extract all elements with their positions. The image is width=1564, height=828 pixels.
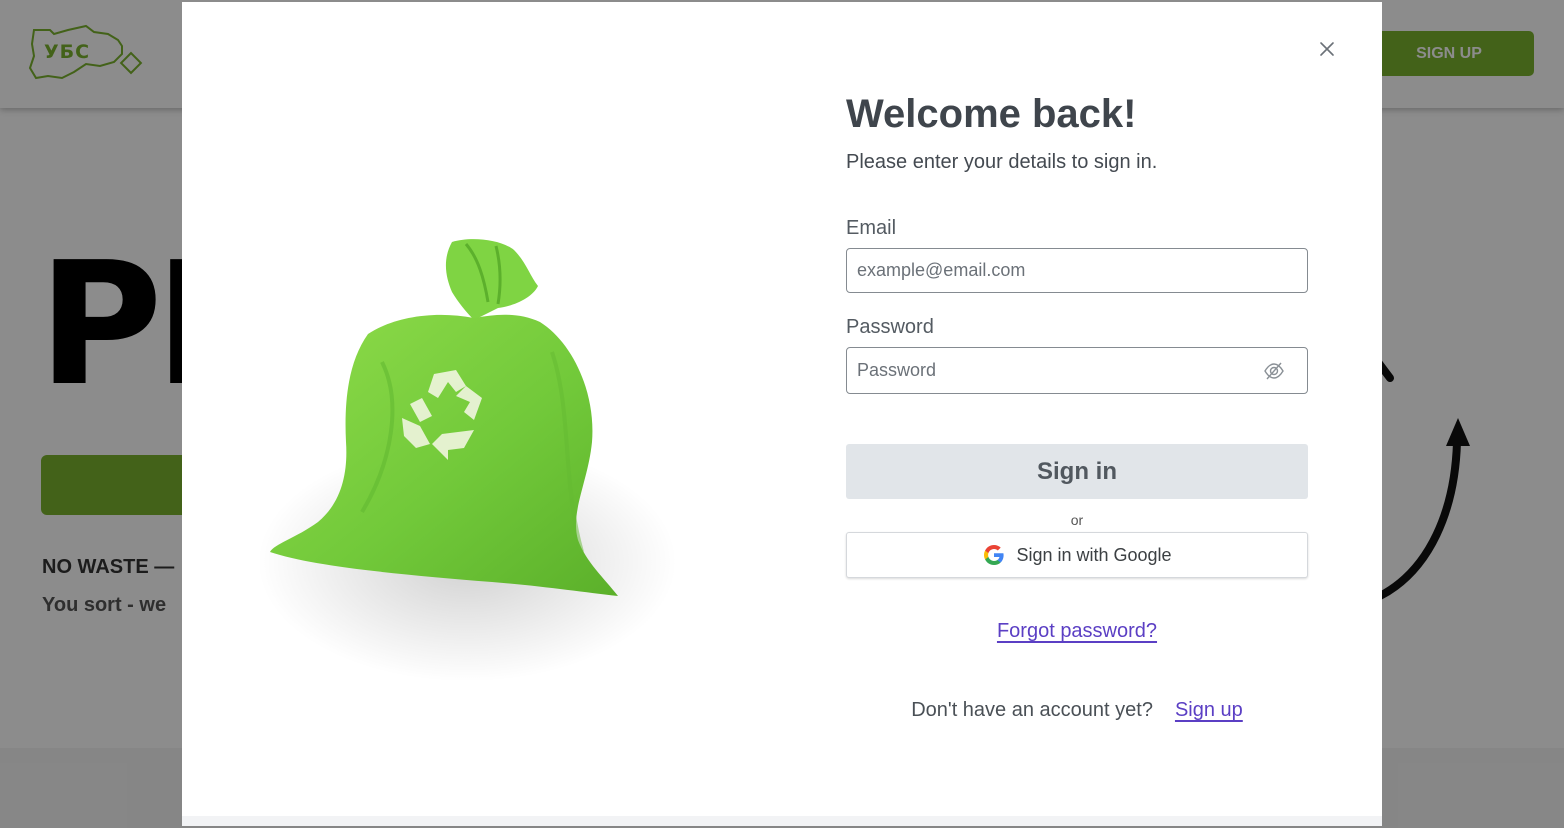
email-label: Email [846, 217, 897, 239]
email-input[interactable] [847, 249, 1307, 292]
signin-form: Welcome back! Please enter your details … [846, 90, 1308, 722]
recycling-bag-image [252, 222, 682, 702]
password-input[interactable] [847, 348, 1307, 393]
signup-link[interactable]: Sign up [1175, 699, 1243, 721]
signin-modal: Welcome back! Please enter your details … [182, 2, 1382, 826]
modal-subtitle: Please enter your details to sign in. [846, 151, 1158, 173]
google-logo-icon [984, 545, 1005, 565]
google-signin-label: Sign in with Google [1016, 544, 1172, 565]
close-icon [1320, 42, 1334, 56]
forgot-password-link[interactable]: Forgot password? [846, 620, 1308, 643]
signin-button[interactable]: Sign in [846, 444, 1308, 499]
modal-footer-strip [182, 816, 1382, 826]
signup-prompt: Don't have an account yet? Sign up [846, 699, 1308, 722]
email-field-wrapper [846, 248, 1308, 293]
recycle-bag-illustration [257, 239, 677, 682]
no-account-text: Don't have an account yet? [911, 699, 1153, 721]
password-field-wrapper [846, 347, 1308, 394]
eye-off-icon[interactable] [1263, 360, 1285, 382]
password-label: Password [846, 316, 934, 338]
google-signin-button[interactable]: Sign in with Google [846, 532, 1308, 578]
or-divider: or [1070, 512, 1084, 528]
close-button[interactable] [1316, 38, 1338, 60]
modal-title: Welcome back! [846, 92, 1137, 136]
